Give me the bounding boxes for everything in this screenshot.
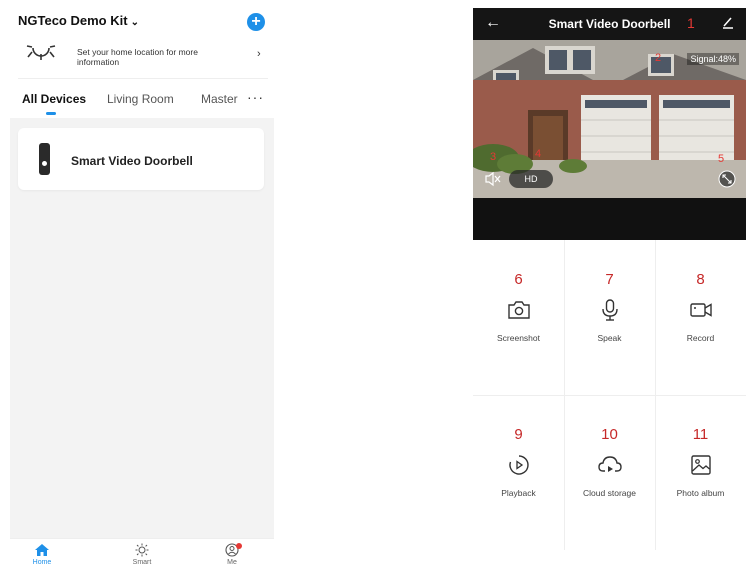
location-prompt[interactable]: Set your home location for more informat… bbox=[77, 47, 227, 67]
callout-6: 6 bbox=[514, 271, 523, 288]
callout-7: 7 bbox=[605, 271, 614, 288]
home-screen: NGTeco Demo Kit ⌄ + Set your home locatio… bbox=[10, 0, 274, 577]
callout-4: 4 bbox=[535, 148, 542, 160]
speak-button[interactable]: 7 Speak bbox=[564, 240, 655, 395]
device-name: Smart Video Doorbell bbox=[71, 154, 193, 168]
page-title: Smart Video Doorbell bbox=[548, 17, 671, 31]
divider bbox=[18, 78, 268, 79]
add-device-button[interactable]: + bbox=[247, 13, 265, 31]
playback-label: Playback bbox=[501, 488, 536, 498]
record-label: Record bbox=[686, 333, 715, 343]
edit-icon[interactable] bbox=[721, 15, 735, 29]
cloud-storage-label: Cloud storage bbox=[583, 488, 636, 498]
screenshot-label: Screenshot bbox=[497, 333, 540, 343]
speak-label: Speak bbox=[597, 333, 622, 343]
nav-home-label: Home bbox=[32, 559, 52, 566]
home-header: NGTeco Demo Kit ⌄ + Set your home locatio… bbox=[10, 0, 274, 118]
doorbell-header: ← Smart Video Doorbell 1 bbox=[473, 8, 746, 40]
tab-master[interactable]: Master bbox=[201, 92, 238, 106]
callout-2: 2 bbox=[655, 52, 662, 64]
camera-icon bbox=[508, 301, 530, 319]
notification-badge bbox=[236, 543, 242, 549]
tab-indicator bbox=[46, 112, 56, 115]
photo-album-button[interactable]: 11 Photo album bbox=[655, 395, 746, 550]
record-button[interactable]: 8 Record bbox=[655, 240, 746, 395]
room-tabs: All Devices Living Room Master ··· bbox=[10, 89, 274, 115]
callout-8: 8 bbox=[696, 271, 705, 288]
video-camera-icon bbox=[690, 303, 712, 317]
cloud-icon bbox=[598, 456, 622, 472]
callout-5: 5 bbox=[718, 153, 725, 165]
action-grid: 6 Screenshot 7 Speak 8 Record 9 Playback… bbox=[473, 240, 746, 550]
chevron-down-icon: ⌄ bbox=[130, 17, 139, 28]
nav-me[interactable]: Me bbox=[202, 543, 262, 566]
home-icon bbox=[35, 544, 49, 556]
mute-icon[interactable] bbox=[484, 171, 502, 187]
home-title: NGTeco Demo Kit bbox=[18, 13, 128, 28]
tab-living-room[interactable]: Living Room bbox=[107, 92, 174, 106]
doorbell-screen: ← Smart Video Doorbell 1 Signal:48% 2 3 … bbox=[473, 0, 746, 576]
chevron-right-icon[interactable]: › bbox=[257, 48, 261, 60]
sun-icon bbox=[26, 45, 56, 60]
more-icon[interactable]: ··· bbox=[247, 89, 264, 105]
fullscreen-icon[interactable] bbox=[718, 170, 736, 188]
video-feed[interactable]: Signal:48% 2 3 4 5 HD bbox=[473, 40, 746, 198]
callout-3: 3 bbox=[490, 151, 497, 163]
hd-button[interactable]: HD bbox=[509, 170, 553, 188]
nav-smart[interactable]: Smart bbox=[112, 543, 172, 566]
video-bottom-bar bbox=[473, 198, 746, 240]
device-card[interactable]: Smart Video Doorbell bbox=[18, 128, 264, 190]
playback-icon bbox=[509, 455, 529, 475]
bottom-nav: Home Smart Me bbox=[10, 538, 274, 577]
home-selector[interactable]: NGTeco Demo Kit ⌄ bbox=[18, 13, 139, 28]
nav-me-label: Me bbox=[227, 559, 237, 566]
screenshot-button[interactable]: 6 Screenshot bbox=[473, 240, 564, 395]
microphone-icon bbox=[602, 299, 618, 321]
tab-all-devices[interactable]: All Devices bbox=[22, 92, 86, 106]
callout-1: 1 bbox=[687, 15, 695, 31]
sun-icon bbox=[135, 543, 149, 557]
photo-album-icon bbox=[691, 455, 711, 475]
callout-9: 9 bbox=[514, 426, 523, 443]
callout-10: 10 bbox=[601, 426, 618, 443]
cloud-storage-button[interactable]: 10 Cloud storage bbox=[564, 395, 655, 550]
signal-strength: Signal:48% bbox=[687, 53, 739, 65]
callout-11: 11 bbox=[692, 426, 709, 443]
nav-smart-label: Smart bbox=[132, 559, 152, 566]
doorbell-icon bbox=[39, 143, 50, 175]
nav-home[interactable]: Home bbox=[12, 543, 72, 566]
playback-button[interactable]: 9 Playback bbox=[473, 395, 564, 550]
photo-album-label: Photo album bbox=[676, 488, 725, 498]
